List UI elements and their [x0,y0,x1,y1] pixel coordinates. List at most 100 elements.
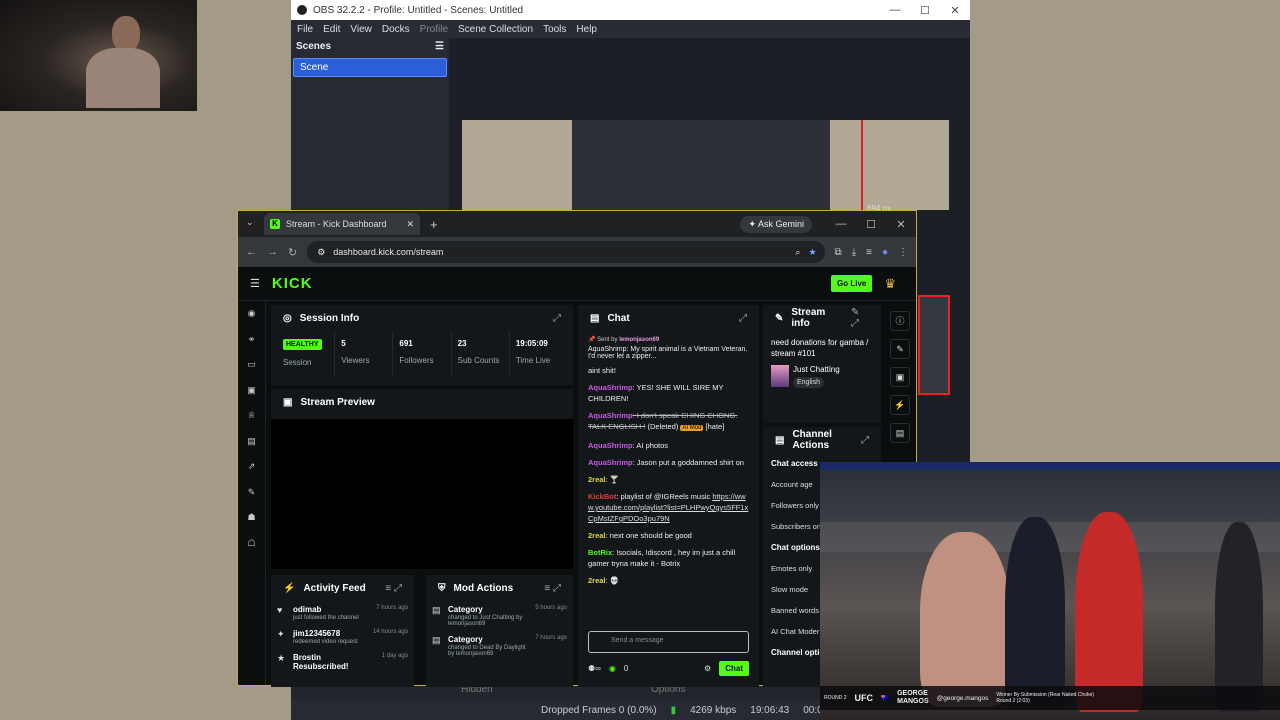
lower-third: ROUND 2 UFC 🇦🇺 GEORGE MANGOS @george.mang… [820,686,1280,710]
browser-maximize-icon[interactable]: ☐ [856,218,886,231]
kick-dashboard: ☰ KICK Go Live ♛ ◉ ⚭ ▭ ▣ ♕ ▤ ⇗ ✎ ☗ ☖ ◎ Se… [238,267,916,687]
stat-time-live: 19:05:09 Time Live [510,331,567,375]
msg-user[interactable]: 2real [588,531,606,540]
msg-user[interactable]: BotRix [588,548,612,557]
browser-close-icon[interactable]: ✕ [886,218,916,231]
nav-users-icon[interactable]: ☗ [238,505,265,531]
chat-send-button[interactable]: Chat [719,661,749,676]
expand-icon[interactable]: ⤢ [739,313,747,324]
site-info-icon[interactable]: ⚙ [317,247,325,258]
scene-item[interactable]: Scene [293,58,447,77]
reload-icon[interactable]: ↻ [288,246,297,259]
nav-film-icon[interactable]: ▤ [238,429,265,455]
menu-docks[interactable]: Docks [382,24,410,35]
pin-icon: 📌 [588,337,596,343]
extensions-icon[interactable]: ⧉ [835,247,842,258]
feed-name: jim12345678 [293,629,341,638]
menu-help[interactable]: Help [576,24,597,35]
nav-calendar-icon[interactable]: ▭ [238,352,265,378]
mod-time: 5 hours ago [535,605,567,611]
feed-name: Brostin Resubscribed! [293,653,349,671]
nav-tools-icon[interactable]: ✎ [238,480,265,506]
obs-preview[interactable]: 694 px [462,120,949,213]
forward-icon[interactable]: → [267,246,278,258]
msg-user[interactable]: AquaShrimp [588,458,633,467]
info-icon[interactable]: ⓘ [890,311,910,331]
mod-title: Mod Actions [453,582,514,594]
pinned-message[interactable]: 📌 Sent by lemonjason69 AquaShrimp: My sp… [586,333,751,363]
msg-user[interactable]: AquaShrimp [588,383,633,392]
video-icon[interactable]: ▣ [890,367,910,387]
download-icon[interactable]: ⤓ [852,247,856,258]
new-tab-icon[interactable]: + [430,217,438,232]
stat-label: Sub Counts [457,356,500,365]
tab-list-icon[interactable]: ⌄ [246,217,254,228]
media-icon[interactable]: ≡ [866,247,872,258]
pencil-icon[interactable]: ✎ [890,339,910,359]
back-icon[interactable]: ← [246,246,257,258]
dock-menu-icon[interactable]: ☰ [435,41,444,53]
menu-view[interactable]: View [350,24,372,35]
chat-input[interactable]: Send a message [588,631,749,653]
chat-settings-icon[interactable]: ⚙ [704,664,711,673]
dropped-frames: Dropped Frames 0 (0.0%) [541,704,657,716]
edit-icon[interactable]: ✎ ⤢ [851,307,869,329]
filter-icon[interactable]: ≡ ⤢ [544,583,561,594]
stat-label: Time Live [515,356,551,365]
url-field[interactable]: ⚙ dashboard.kick.com/stream ⌕ ★ [307,241,825,263]
list-item: ▤ Category changed to Just Chatting by le… [426,601,573,631]
menu-profile[interactable]: Profile [420,24,448,35]
ask-gemini-button[interactable]: ✦ Ask Gemini [740,215,812,233]
msg-user[interactable]: AquaShrimp [588,411,633,420]
nav-trophy-icon[interactable]: ♕ [238,403,265,429]
menu-file[interactable]: File [297,24,313,35]
activity-feed-panel: ⚡ Activity Feed ≡ ⤢ ♥ odimab just followed … [271,575,414,687]
msg-user[interactable]: AquaShrimp [588,441,633,450]
pinned-user[interactable]: lemonjason69 [619,337,659,343]
chat-footer: ⚉∞ ◉ 0 ⚙ Chat [588,661,749,676]
activity-title: Activity Feed [303,582,366,594]
list-icon[interactable]: ▤ [890,423,910,443]
stat-label: Viewers [341,356,370,365]
user-avatar-icon[interactable]: ♛ [884,276,896,292]
expand-icon[interactable]: ⤢ [861,435,869,446]
browser-tab[interactable]: K Stream - Kick Dashboard ✕ [264,213,420,235]
tab-close-icon[interactable]: ✕ [406,219,414,230]
close-icon[interactable]: ✕ [940,4,970,17]
arena-banner [820,462,1280,470]
msg-user[interactable]: 2real [588,576,606,585]
expand-icon[interactable]: ⤢ [553,313,561,324]
menu-scene-collection[interactable]: Scene Collection [458,24,533,35]
menu-edit[interactable]: Edit [323,24,340,35]
filter-icon[interactable]: ≡ ⤢ [385,583,402,594]
zoom-icon[interactable]: ⌕ [795,247,800,258]
nav-link-icon[interactable]: ⚭ [238,327,265,353]
menu-tools[interactable]: Tools [543,24,566,35]
chat-message: AquaShrimp: I don't speak CHING CHONG. T… [588,410,749,434]
chat-users-icon[interactable]: ⚉∞ [588,664,601,673]
nav-bot-icon[interactable]: ☖ [238,531,265,557]
browser-menu-icon[interactable]: ⋮ [898,247,908,258]
go-live-button[interactable]: Go Live [831,275,873,292]
bolt-icon: ⚡ [283,582,296,594]
mod-name: Category [448,635,483,644]
bolt-icon[interactable]: ⚡ [890,395,910,415]
browser-minimize-icon[interactable]: — [826,218,856,231]
bookmark-star-icon[interactable]: ★ [808,247,816,258]
msg-user[interactable]: KickBot [588,492,616,501]
nav-video-icon[interactable]: ▣ [238,378,265,404]
minimize-icon[interactable]: — [880,4,910,17]
hamburger-icon[interactable]: ☰ [250,277,260,290]
profile-avatar-icon[interactable]: ● [882,247,888,258]
mod-name: Category [448,605,483,614]
nav-share-icon[interactable]: ⇗ [238,454,265,480]
ask-gemini-label: Ask Gemini [757,218,804,229]
source-selection-box[interactable] [918,295,950,395]
nav-dashboard-icon[interactable]: ◉ [238,301,265,327]
maximize-icon[interactable]: ☐ [910,4,940,17]
stream-preview-screen[interactable] [271,419,573,569]
msg-text: : 💀 [605,576,620,585]
msg-user[interactable]: 2real [588,475,606,484]
obs-titlebar: OBS 32.2.2 - Profile: Untitled - Scenes:… [291,0,970,20]
kick-logo[interactable]: KICK [272,275,313,292]
